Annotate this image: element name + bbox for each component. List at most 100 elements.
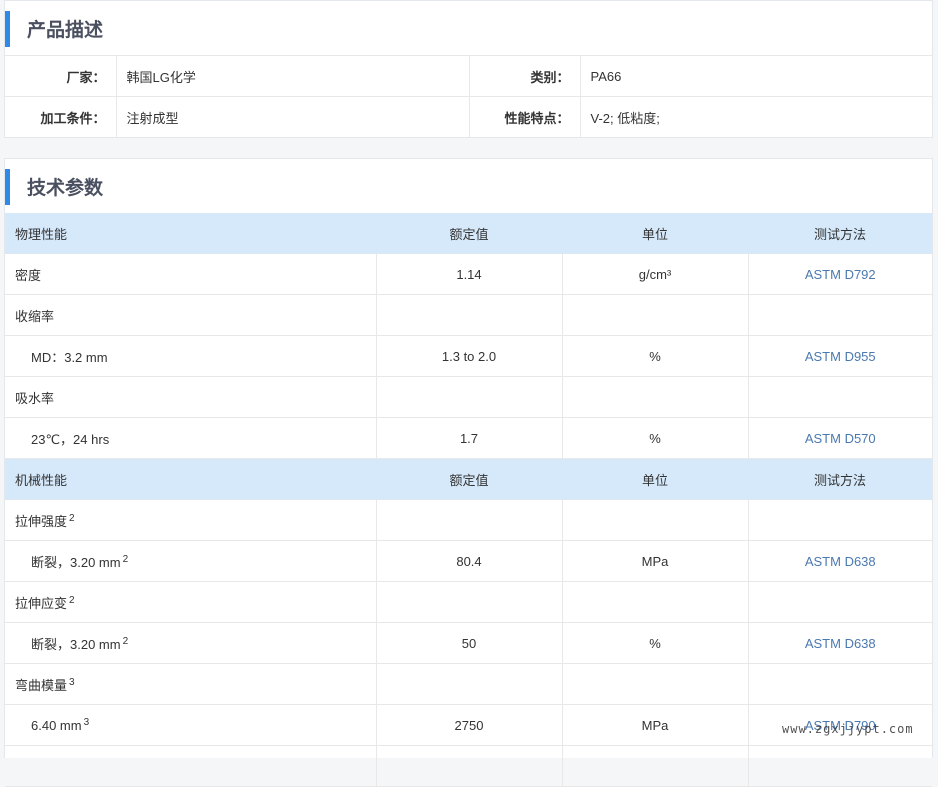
unit: g/cm³ [562, 253, 749, 295]
test-method[interactable]: ASTM D638 [748, 540, 932, 582]
field-value: 注射成型 [115, 96, 470, 137]
rated-value [376, 663, 563, 705]
rated-value: 1.14 [376, 253, 563, 295]
description-row: 加工条件： 注射成型 性能特点： V-2; 低粘度; [5, 96, 932, 137]
rated-value [376, 499, 563, 541]
field-label: 厂家： [5, 56, 117, 97]
property-name: 拉伸应变 2 [5, 581, 377, 623]
column-header: 额定值 [376, 213, 562, 254]
section-header: 技术参数 [5, 159, 932, 213]
property-name: 弯曲模量 3 [5, 663, 377, 705]
table-row: 密度 1.14 g/cm³ ASTM D792 [5, 253, 932, 295]
column-header: 机械性能 [5, 458, 376, 500]
unit: % [562, 335, 749, 377]
field-label: 加工条件： [5, 96, 117, 137]
property-label: 弯曲模量 [15, 677, 68, 693]
description-row: 厂家： 韩国LG化学 类别： PA66 [5, 56, 932, 97]
footnote-marker: 3 [69, 676, 75, 688]
property-label: 6.40 mm [31, 718, 82, 733]
rated-value [376, 294, 563, 336]
table-row: 弯曲模量 3 [5, 663, 932, 705]
section-title: 技术参数 [27, 176, 104, 199]
column-header: 物理性能 [5, 213, 376, 254]
column-header: 测试方法 [748, 213, 932, 254]
property-label: 密度 [15, 267, 42, 283]
table-row: MD：3.2 mm 1.3 to 2.0% ASTM D955 [5, 335, 932, 377]
property-name: 密度 [5, 253, 377, 295]
column-header: 测试方法 [748, 458, 932, 500]
description-table: 厂家： 韩国LG化学 类别： PA66 加工条件： 注射成型 性能特点： V-2; 低粘度; [5, 56, 932, 137]
test-method[interactable]: ASTM D955 [748, 335, 932, 377]
rated-value [376, 376, 563, 418]
test-method[interactable]: ASTM D638 [748, 622, 932, 664]
unit [562, 663, 749, 705]
rated-value: 1.7 [376, 417, 563, 459]
test-method[interactable]: ASTM D570 [748, 417, 932, 459]
property-label: 吸水率 [15, 390, 55, 406]
unit [562, 581, 749, 623]
column-header: 单位 [562, 458, 748, 500]
property-name: MD：3.2 mm [5, 335, 377, 377]
property-label: 断裂，3.20 mm [31, 554, 121, 570]
property-label: MD：3.2 mm [31, 349, 108, 365]
table-row: 断裂，3.20 mm 2 50% ASTM D638 [5, 622, 932, 664]
unit [562, 376, 749, 418]
table-row: 收缩率 [5, 294, 932, 336]
property-label: 拉伸强度 [15, 513, 68, 529]
column-header: 单位 [562, 213, 748, 254]
property-name: 拉伸强度 2 [5, 499, 377, 541]
technical-parameters-panel: 技术参数 物理性能 额定值 单位 测试方法 密度 1.14 g/cm³ ASTM D792 收缩… [4, 158, 933, 787]
unit: MPa [562, 540, 749, 582]
unit: MPa [562, 704, 749, 746]
test-method[interactable]: ASTM D792 [748, 253, 932, 295]
test-method [748, 294, 932, 336]
table-header-row: 机械性能 额定值 单位 测试方法 [5, 458, 932, 500]
footnote-marker: 2 [69, 512, 75, 524]
section-accent-bar [5, 11, 10, 47]
table-row: 吸水率 [5, 376, 932, 418]
property-name: 断裂，3.20 mm 2 [5, 622, 377, 664]
unit [562, 294, 749, 336]
rated-value: 1.3 to 2.0 [376, 335, 563, 377]
section-accent-bar [5, 169, 10, 205]
test-method [748, 376, 932, 418]
footnote-marker: 3 [83, 717, 90, 728]
section-header: 产品描述 [5, 1, 932, 56]
property-label: 23℃，24 hrs [31, 431, 110, 447]
property-name: 6.40 mm 3 [5, 704, 377, 746]
watermark: www.zgxjjypt.com [782, 722, 914, 736]
field-value: V-2; 低粘度; [579, 96, 932, 137]
table-row: 拉伸应变 2 [5, 581, 932, 623]
rated-value: 80.4 [376, 540, 563, 582]
test-method [748, 581, 932, 623]
unit: % [562, 417, 749, 459]
property-label: 拉伸应变 [15, 595, 68, 611]
rated-value: 50 [376, 622, 563, 664]
property-name: 断裂，3.20 mm 2 [5, 540, 377, 582]
field-label: 性能特点： [468, 96, 581, 137]
table-row: 23℃，24 hrs 1.7% ASTM D570 [5, 417, 932, 459]
test-method [748, 663, 932, 705]
footnote-marker: 2 [69, 594, 75, 606]
section-title: 产品描述 [27, 18, 104, 41]
field-label: 类别： [468, 56, 581, 97]
parameters-table: 物理性能 额定值 单位 测试方法 密度 1.14 g/cm³ ASTM D792 收缩率 MD：3… [5, 213, 932, 787]
rated-value: 2750 [376, 704, 563, 746]
test-method [748, 499, 932, 541]
property-name: 吸水率 [5, 376, 377, 418]
rated-value [376, 581, 563, 623]
property-label: 收缩率 [15, 308, 55, 324]
unit: % [562, 622, 749, 664]
footnote-marker: 2 [122, 635, 129, 647]
table-row: 断裂，3.20 mm 2 80.4 MPa ASTM D638 [5, 540, 932, 582]
property-name: 23℃，24 hrs [5, 417, 377, 459]
table-header-row: 物理性能 额定值 单位 测试方法 [5, 213, 932, 254]
field-value: 韩国LG化学 [115, 56, 470, 97]
table-row: 拉伸强度 2 [5, 499, 932, 541]
unit [562, 499, 749, 541]
field-value: PA66 [579, 56, 932, 97]
property-name: 收缩率 [5, 294, 377, 336]
product-description-panel: 产品描述 厂家： 韩国LG化学 类别： PA66 加工条件： 注射成型 性能特点： V-2; … [4, 0, 933, 138]
property-label: 断裂，3.20 mm [31, 636, 121, 652]
footnote-marker: 2 [122, 553, 129, 565]
